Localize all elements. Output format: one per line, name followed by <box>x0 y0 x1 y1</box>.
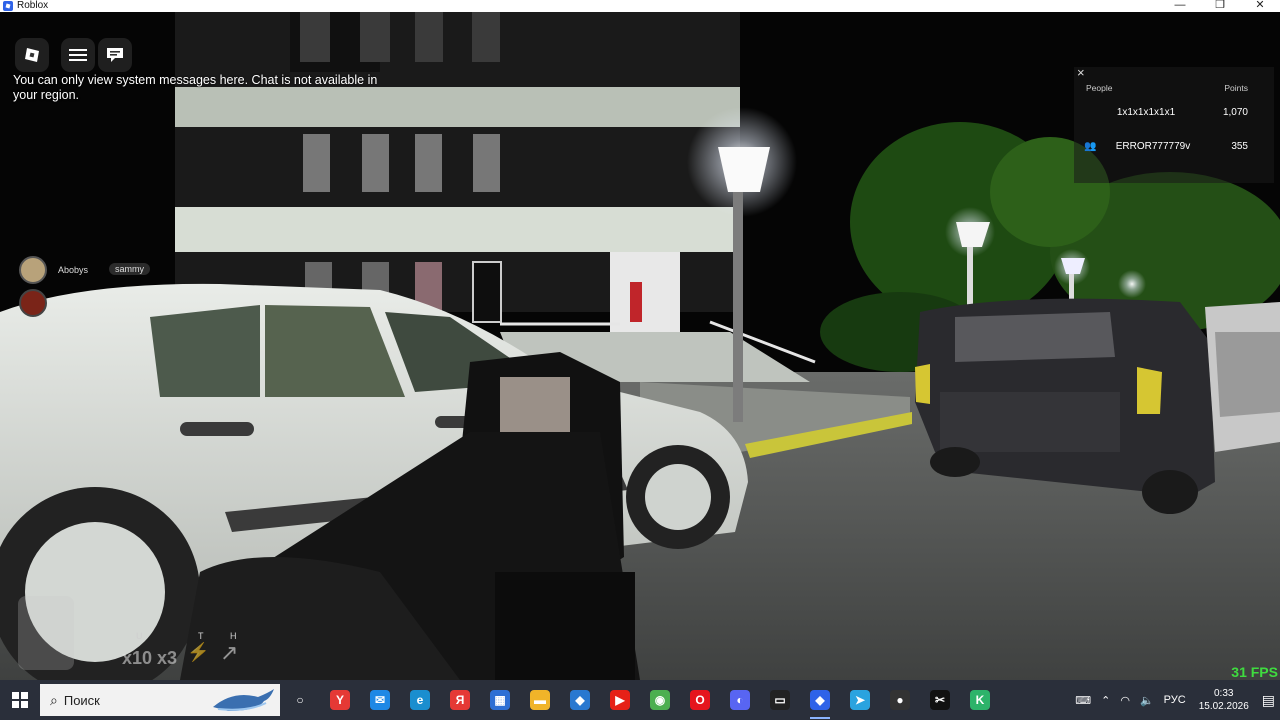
taskbar-app-button[interactable]: ○ <box>280 680 320 720</box>
roblox-menu-button[interactable] <box>15 38 49 72</box>
taskbar-app-button[interactable]: ➤ <box>840 680 880 720</box>
taskbar-app-button[interactable]: ▭ <box>760 680 800 720</box>
store-icon: ▦ <box>490 690 510 710</box>
clock-date: 15.02.2026 <box>1198 701 1249 712</box>
wifi-icon[interactable]: ◠ <box>1120 694 1130 707</box>
yandex-icon: Y <box>330 690 350 710</box>
movement-thumbstick[interactable] <box>18 596 74 670</box>
player-points: 355 <box>1231 141 1248 152</box>
hamburger-menu-button[interactable] <box>61 38 95 72</box>
ammo-counter: x10 x3 <box>122 648 178 668</box>
leaderboard: × People Points 1x1x1x1x1x1 1,070 👥 ERRO… <box>1074 65 1274 183</box>
start-button[interactable] <box>0 680 40 720</box>
kaspersky-icon: K <box>970 690 990 710</box>
taskbar-app-button[interactable]: ▬ <box>520 680 560 720</box>
clock-time: 0:33 <box>1214 688 1234 699</box>
leaderboard-close-button[interactable]: × <box>1077 65 1085 80</box>
taskbar-app-button[interactable]: ● <box>880 680 920 720</box>
close-button[interactable]: ✕ <box>1240 0 1280 12</box>
maximize-button[interactable]: ❐ <box>1200 0 1240 12</box>
taskbar-app-button[interactable]: ▦ <box>480 680 520 720</box>
taskbar-app-button[interactable]: ▶ <box>600 680 640 720</box>
player-name: 1x1x1x1x1x1 <box>1116 107 1176 118</box>
player-list-name: Abobys <box>58 265 89 275</box>
youtube-icon: ▶ <box>610 690 630 710</box>
notifications-icon[interactable]: ▤ <box>1262 692 1275 709</box>
leaderboard-points-header: Points <box>1224 83 1248 93</box>
taskbar-app-button[interactable]: ✂ <box>920 680 960 720</box>
game-viewport[interactable]: You can only view system messages here. … <box>0 12 1280 680</box>
chat-icon <box>107 48 123 62</box>
language-indicator[interactable]: РУС <box>1164 694 1186 706</box>
tray-overflow-icon[interactable]: ⌃ <box>1101 694 1110 707</box>
windows-logo-icon <box>12 692 28 708</box>
taskbar-apps: ○ Y ✉ e Я ▦ ▬ ◆ ▶ ◉ O ◐ ▭ ◆ ➤ ● ✂ K <box>280 680 1000 720</box>
whale-illustration-icon <box>213 689 274 711</box>
edge-icon: e <box>410 690 430 710</box>
fps-counter: 31 FPS <box>1231 664 1278 680</box>
windows-taskbar: ⌕ Поиск ○ Y ✉ e Я ▦ ▬ ◆ ▶ ◉ O ◐ ▭ ◆ ➤ ● ✂ K ⌨ ⌃ ◠ 🔈 РУС 0… <box>0 680 1280 720</box>
minimize-button[interactable]: — <box>1160 0 1200 12</box>
visual-studio-icon: ◆ <box>570 690 590 710</box>
taskbar-app-button[interactable]: ◐ <box>720 680 760 720</box>
player-avatar[interactable] <box>19 289 47 317</box>
keyboard-icon[interactable]: ⌨ <box>1075 694 1091 707</box>
explorer-icon: ▬ <box>530 690 550 710</box>
taskbar-app-button[interactable]: Я <box>440 680 480 720</box>
player-points: 1,070 <box>1222 107 1248 118</box>
capcut-icon: ✂ <box>930 690 950 710</box>
window-title: Roblox <box>17 0 49 11</box>
key-hint-u: U <box>136 631 143 641</box>
system-tray: ⌨ ⌃ ◠ 🔈 РУС 0:33 15.02.2026 ▤ <box>1070 680 1280 720</box>
window-titlebar: Roblox — ❐ ✕ <box>0 0 1280 12</box>
search-placeholder: Поиск <box>63 692 100 708</box>
player-avatar[interactable] <box>19 256 47 284</box>
mail-icon: ✉ <box>370 690 390 710</box>
telegram-icon: ➤ <box>850 690 870 710</box>
flashlight-icon[interactable]: ⚡ <box>187 642 209 663</box>
opera-icon: O <box>690 690 710 710</box>
system-message: You can only view system messages here. … <box>13 73 378 102</box>
taskbar-app-button[interactable]: ◆ <box>560 680 600 720</box>
window-controls: — ❐ ✕ <box>1160 0 1280 12</box>
player-name: ERROR777779v <box>1115 141 1191 152</box>
taskbar-app-button[interactable]: ◆ <box>800 680 840 720</box>
leaderboard-people-header: People <box>1086 83 1113 93</box>
taskbar-app-button[interactable]: O <box>680 680 720 720</box>
player-list-tag: sammy <box>109 263 150 275</box>
taskbar-app-button[interactable]: ✉ <box>360 680 400 720</box>
yandex-browser-icon: Я <box>450 690 470 710</box>
discord-icon: ◐ <box>730 690 750 710</box>
volume-icon[interactable]: 🔈 <box>1140 694 1154 707</box>
screen: Roblox — ❐ ✕ You can only view system me… <box>0 0 1280 720</box>
key-hint-t: T <box>198 631 204 641</box>
chat-button[interactable] <box>98 38 132 72</box>
taskbar-search-box[interactable]: ⌕ Поиск <box>40 684 280 716</box>
grapple-arrow-icon[interactable]: ↗ <box>220 640 238 666</box>
roblox-logo-icon <box>25 48 39 62</box>
leaderboard-row[interactable]: 👥 ERROR777779v 355 <box>1084 141 1248 152</box>
taskbar-app-button[interactable]: Y <box>320 680 360 720</box>
clock[interactable]: 0:33 15.02.2026 <box>1199 687 1249 713</box>
leaderboard-header: People Points <box>1086 83 1248 93</box>
cortana-icon: ○ <box>296 693 304 707</box>
roblox-icon <box>3 1 13 11</box>
taskbar-app-button[interactable]: K <box>960 680 1000 720</box>
menu-icon <box>69 49 87 61</box>
search-icon: ⌕ <box>50 691 58 708</box>
obs-icon: ● <box>890 690 910 710</box>
roblox-icon: ◆ <box>810 690 830 710</box>
leaderboard-row[interactable]: 1x1x1x1x1x1 1,070 <box>1084 107 1248 118</box>
taskbar-app-button[interactable]: ◉ <box>640 680 680 720</box>
chrome-icon: ◉ <box>650 690 670 710</box>
friends-icon: 👥 <box>1084 141 1097 152</box>
steam-like-icon: ▭ <box>770 690 790 710</box>
taskbar-app-button[interactable]: e <box>400 680 440 720</box>
